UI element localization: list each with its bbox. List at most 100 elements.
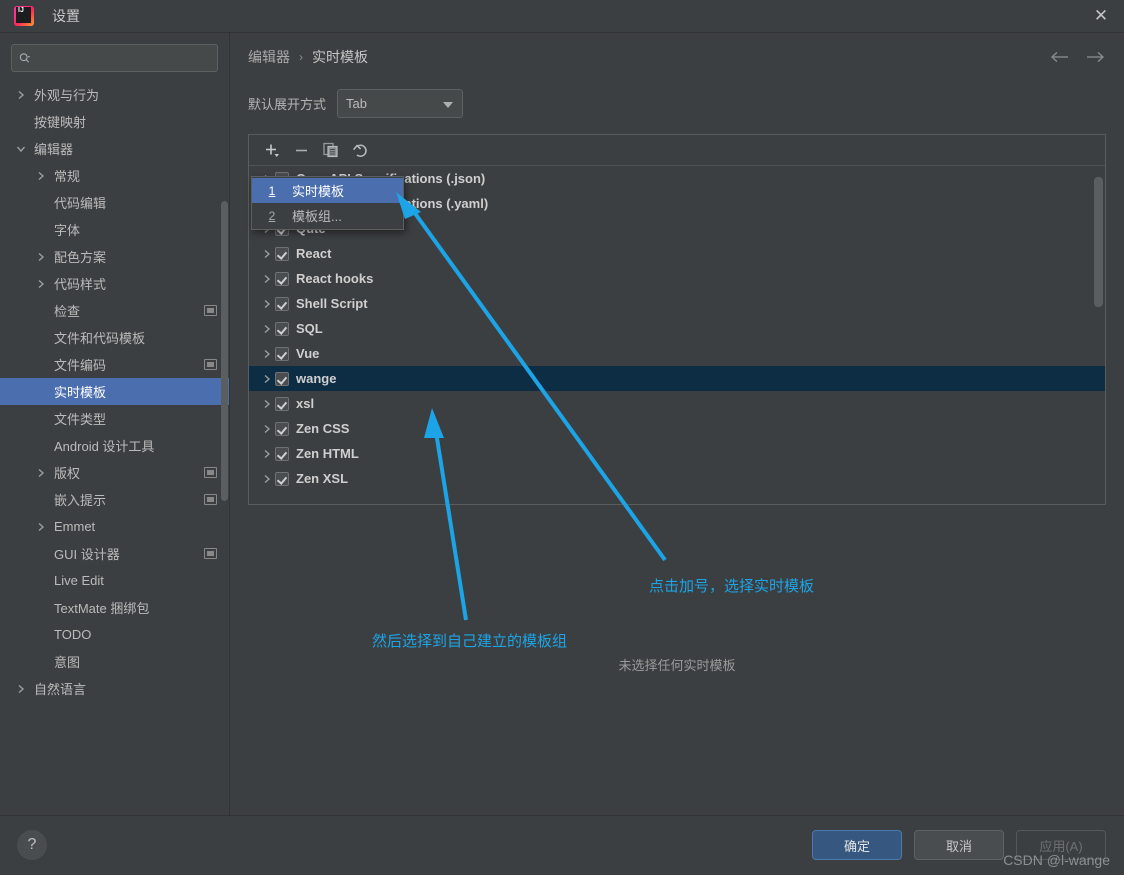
chevron-right-icon[interactable]	[14, 682, 28, 696]
sidebar-item-9[interactable]: 文件和代码模板	[0, 324, 229, 351]
menu-item-1[interactable]: 2 模板组...	[252, 203, 403, 228]
sidebar-item-13[interactable]: Android 设计工具	[0, 432, 229, 459]
template-group-row[interactable]: React hooks	[249, 266, 1105, 291]
empty-selection-message: 未选择任何实时模板	[618, 658, 736, 673]
sidebar-item-4[interactable]: 代码编辑	[0, 189, 229, 216]
chevron-right-icon[interactable]	[259, 274, 275, 284]
template-group-row[interactable]: Vue	[249, 341, 1105, 366]
sidebar-item-14[interactable]: 版权	[0, 459, 229, 486]
cancel-button[interactable]: 取消	[914, 830, 1004, 860]
sidebar-scrollbar-thumb[interactable]	[221, 201, 228, 501]
settings-sidebar: 外观与行为 按键映射 编辑器 常规代码编辑字体 配色方案 代码样式 检查 文件和代码模板 文件编…	[0, 33, 230, 815]
reset-template-button[interactable]	[347, 137, 375, 163]
sidebar-item-label: 自然语言	[34, 682, 87, 697]
menu-item-mnemonic: 2	[268, 208, 276, 223]
search-box[interactable]	[11, 44, 218, 72]
chevron-right-icon[interactable]	[259, 474, 275, 484]
search-container	[0, 33, 229, 81]
sidebar-item-11[interactable]: 实时模板	[0, 378, 229, 405]
sidebar-item-2[interactable]: 编辑器	[0, 135, 229, 162]
chevron-right-icon[interactable]	[34, 520, 48, 534]
template-group-checkbox[interactable]	[275, 321, 289, 336]
remove-template-button[interactable]	[287, 137, 315, 163]
duplicate-template-button[interactable]	[317, 137, 345, 163]
chevron-right-icon[interactable]	[14, 88, 28, 102]
arrow-right-icon[interactable]	[1084, 47, 1106, 67]
template-group-row[interactable]: Zen CSS	[249, 416, 1105, 441]
template-group-checkbox[interactable]	[275, 246, 289, 261]
chevron-right-icon[interactable]	[259, 424, 275, 434]
template-group-row[interactable]: xsl	[249, 391, 1105, 416]
chevron-down-icon[interactable]	[14, 142, 28, 156]
sidebar-item-0[interactable]: 外观与行为	[0, 81, 229, 108]
chevron-right-icon[interactable]	[34, 250, 48, 264]
template-group-checkbox[interactable]	[275, 446, 289, 461]
sidebar-item-label: Live Edit	[54, 573, 104, 588]
template-group-checkbox[interactable]	[275, 396, 289, 411]
template-group-row-selected[interactable]: wange	[249, 366, 1105, 391]
sidebar-item-22[interactable]: 自然语言	[0, 675, 229, 702]
sidebar-item-17[interactable]: GUI 设计器	[0, 540, 229, 567]
question-mark-icon[interactable]: ?	[17, 830, 47, 860]
chevron-right-icon[interactable]	[259, 349, 275, 359]
template-group-row[interactable]: Zen HTML	[249, 441, 1105, 466]
sidebar-item-20[interactable]: TODO	[0, 621, 229, 648]
search-input[interactable]	[34, 50, 210, 66]
close-icon[interactable]: ✕	[1078, 0, 1124, 32]
template-group-checkbox[interactable]	[275, 421, 289, 436]
sidebar-item-label: 代码编辑	[54, 196, 107, 211]
chevron-right-icon[interactable]	[259, 249, 275, 259]
template-group-row[interactable]: Shell Script	[249, 291, 1105, 316]
template-group-row[interactable]: Zen XSL	[249, 466, 1105, 491]
chevron-right-icon[interactable]	[259, 374, 275, 384]
sidebar-item-10[interactable]: 文件编码	[0, 351, 229, 378]
sidebar-item-5[interactable]: 字体	[0, 216, 229, 243]
sidebar-item-1[interactable]: 按键映射	[0, 108, 229, 135]
minus-icon	[295, 149, 307, 151]
sidebar-item-12[interactable]: 文件类型	[0, 405, 229, 432]
arrow-left-icon[interactable]	[1048, 47, 1070, 67]
breadcrumb-current: 实时模板	[312, 48, 368, 65]
sidebar-scrollbar[interactable]	[220, 33, 229, 815]
default-expand-label: 默认展开方式	[248, 97, 327, 112]
templates-list-scrollbar-thumb[interactable]	[1094, 177, 1103, 307]
sidebar-item-18[interactable]: Live Edit	[0, 567, 229, 594]
add-template-button[interactable]	[257, 137, 285, 163]
template-group-checkbox[interactable]	[275, 271, 289, 286]
module-scope-badge-icon	[204, 467, 217, 478]
template-group-checkbox[interactable]	[275, 296, 289, 311]
sidebar-item-15[interactable]: 嵌入提示	[0, 486, 229, 513]
sidebar-item-3[interactable]: 常规	[0, 162, 229, 189]
sidebar-item-6[interactable]: 配色方案	[0, 243, 229, 270]
chevron-right-icon[interactable]	[259, 324, 275, 334]
breadcrumb-parent[interactable]: 编辑器	[248, 47, 290, 67]
template-group-checkbox[interactable]	[275, 346, 289, 361]
sidebar-item-16[interactable]: Emmet	[0, 513, 229, 540]
chevron-right-icon[interactable]	[259, 449, 275, 459]
sidebar-item-21[interactable]: 意图	[0, 648, 229, 675]
template-group-label: Zen CSS	[296, 421, 350, 436]
chevron-right-icon[interactable]	[34, 466, 48, 480]
ok-button[interactable]: 确定	[812, 830, 902, 860]
sidebar-item-8[interactable]: 检查	[0, 297, 229, 324]
template-group-checkbox[interactable]	[275, 471, 289, 486]
template-group-row[interactable]: React	[249, 241, 1105, 266]
chevron-right-icon[interactable]	[34, 277, 48, 291]
template-group-checkbox[interactable]	[275, 371, 289, 386]
menu-item-0[interactable]: 1 实时模板	[252, 178, 403, 203]
copy-icon	[323, 142, 338, 158]
chevron-right-icon[interactable]	[34, 169, 48, 183]
sidebar-item-7[interactable]: 代码样式	[0, 270, 229, 297]
template-group-row[interactable]: SQL	[249, 316, 1105, 341]
sidebar-item-19[interactable]: TextMate 捆绑包	[0, 594, 229, 621]
default-expand-select[interactable]: Tab	[337, 89, 464, 118]
chevron-right-icon[interactable]	[259, 299, 275, 309]
chevron-right-icon[interactable]	[259, 399, 275, 409]
